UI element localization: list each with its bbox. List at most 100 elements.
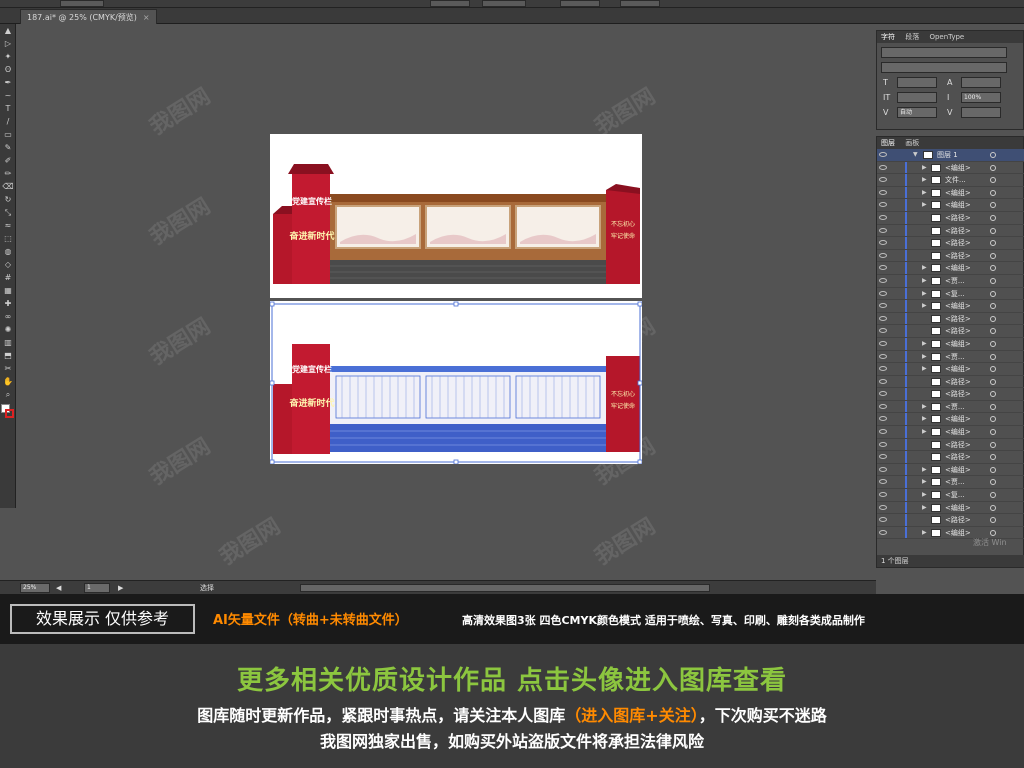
chevron-right-icon[interactable]: ▶	[922, 403, 927, 410]
target-icon[interactable]	[990, 353, 996, 360]
layer-row[interactable]: ▶ <编组>	[877, 363, 1024, 376]
control-field[interactable]	[60, 0, 104, 7]
eye-icon[interactable]	[879, 454, 887, 460]
eye-icon[interactable]	[879, 152, 887, 157]
shape-builder-icon[interactable]: ◍	[2, 246, 14, 258]
control-field[interactable]	[482, 0, 526, 7]
eye-icon[interactable]	[879, 265, 887, 271]
target-icon[interactable]	[990, 240, 996, 247]
layer-row[interactable]: ▶ <编组>	[877, 426, 1024, 439]
eye-icon[interactable]	[879, 252, 887, 258]
tracking-field[interactable]	[961, 107, 1001, 118]
eye-icon[interactable]	[879, 277, 887, 283]
rotate-icon[interactable]: ↻	[2, 194, 14, 206]
eye-icon[interactable]	[879, 177, 887, 183]
eye-icon[interactable]	[879, 240, 887, 246]
font-family-select[interactable]	[881, 47, 1007, 58]
eye-icon[interactable]	[879, 403, 887, 409]
document-tab[interactable]: 187.ai* @ 25% (CMYK/预览) ×	[20, 9, 157, 24]
direct-selection-icon[interactable]: ▷	[2, 38, 14, 50]
layer-row-label[interactable]: <路径>	[945, 439, 971, 451]
tab-layers[interactable]: 图层	[881, 139, 895, 147]
eye-icon[interactable]	[879, 366, 887, 372]
eye-icon[interactable]	[879, 227, 887, 233]
layer-row-label[interactable]: <编组>	[945, 262, 971, 274]
eye-icon[interactable]	[879, 340, 887, 346]
target-icon[interactable]	[990, 391, 996, 398]
target-icon[interactable]	[990, 492, 996, 499]
layer-row[interactable]: ▶ <编组>	[877, 262, 1024, 275]
eye-icon[interactable]	[879, 328, 887, 334]
layer-row-label[interactable]: <编组>	[945, 162, 971, 174]
width-icon[interactable]: ≈	[2, 220, 14, 232]
lasso-icon[interactable]: ʘ	[2, 64, 14, 76]
target-icon[interactable]	[990, 328, 996, 335]
layer-row[interactable]: ▶ <编组>	[877, 463, 1024, 477]
eye-icon[interactable]	[879, 391, 887, 397]
layer-row-label[interactable]: <贾...	[945, 275, 965, 287]
layer-row-label[interactable]: <贾...	[945, 351, 965, 363]
target-icon[interactable]	[990, 429, 996, 436]
layer-row[interactable]: ▶ <复...	[877, 489, 1024, 502]
shaper-icon[interactable]: ✐	[2, 155, 14, 167]
chevron-right-icon[interactable]: ▶	[922, 290, 927, 297]
eye-icon[interactable]	[879, 492, 887, 498]
tab-opentype[interactable]: OpenType	[929, 33, 964, 41]
stroke-swatch[interactable]	[5, 409, 14, 418]
slice-icon[interactable]: ✂	[2, 363, 14, 375]
target-icon[interactable]	[990, 189, 996, 196]
target-icon[interactable]	[990, 252, 996, 259]
kerning-field[interactable]: 自动	[897, 107, 937, 118]
target-icon[interactable]	[990, 152, 996, 158]
chevron-right-icon[interactable]: ▶	[922, 428, 927, 435]
target-icon[interactable]	[990, 366, 996, 373]
layer-row-label[interactable]: <路径>	[945, 225, 971, 237]
layer-row[interactable]: ▶ <编组>	[877, 186, 1024, 200]
layer-row-label[interactable]: <编组>	[945, 413, 971, 425]
target-icon[interactable]	[990, 466, 996, 473]
artboard-number-field[interactable]: 1	[84, 583, 110, 593]
layer-row[interactable]: ▶ <编组>	[877, 199, 1024, 212]
target-icon[interactable]	[990, 479, 996, 486]
tab-artboards[interactable]: 画板	[905, 139, 919, 147]
layer-row[interactable]: ▶ <复...	[877, 287, 1024, 301]
layer-row-label[interactable]: <编组>	[945, 199, 971, 211]
layer-row-label[interactable]: <路径>	[945, 325, 971, 337]
target-icon[interactable]	[990, 529, 996, 536]
layer-row-label[interactable]: <编组>	[945, 338, 971, 350]
eye-icon[interactable]	[879, 315, 887, 321]
chevron-right-icon[interactable]: ▶	[922, 529, 927, 536]
layer-row-label[interactable]: <路径>	[945, 212, 971, 224]
layer-row-label[interactable]: <路径>	[945, 451, 971, 463]
control-field[interactable]	[620, 0, 660, 7]
eye-icon[interactable]	[879, 189, 887, 195]
eye-icon[interactable]	[879, 202, 887, 208]
selection-icon[interactable]: ▲	[2, 25, 14, 37]
target-icon[interactable]	[990, 504, 996, 511]
layer-row[interactable]: <路径>	[877, 237, 1024, 250]
layer-row-label[interactable]: <路径>	[945, 313, 971, 325]
eye-icon[interactable]	[879, 429, 887, 435]
chevron-right-icon[interactable]: ▶	[922, 415, 927, 422]
layer-name[interactable]: 图层 1	[937, 149, 958, 161]
layer-row-label[interactable]: <编组>	[945, 426, 971, 438]
layer-row-label[interactable]: <复...	[945, 288, 965, 300]
layer-row[interactable]: <路径>	[877, 211, 1024, 225]
chevron-right-icon[interactable]: ▶	[922, 353, 927, 360]
tab-paragraph[interactable]: 段落	[905, 33, 919, 41]
chevron-right-icon[interactable]: ▶	[922, 277, 927, 284]
eye-icon[interactable]	[879, 416, 887, 422]
layer-row[interactable]: ▶ <编组>	[877, 337, 1024, 351]
vertical-scale-field[interactable]	[897, 92, 937, 103]
hand-icon[interactable]: ✋	[2, 376, 14, 388]
target-icon[interactable]	[990, 164, 996, 171]
target-icon[interactable]	[990, 517, 996, 524]
eye-icon[interactable]	[879, 290, 887, 296]
target-icon[interactable]	[990, 403, 996, 410]
eye-icon[interactable]	[879, 466, 887, 472]
eye-icon[interactable]	[879, 529, 887, 535]
layer-row-label[interactable]: <编组>	[945, 464, 971, 476]
rectangle-icon[interactable]: ▭	[2, 129, 14, 141]
layer-row-label[interactable]: <贾...	[945, 401, 965, 413]
chevron-right-icon[interactable]: ▶	[922, 164, 927, 171]
